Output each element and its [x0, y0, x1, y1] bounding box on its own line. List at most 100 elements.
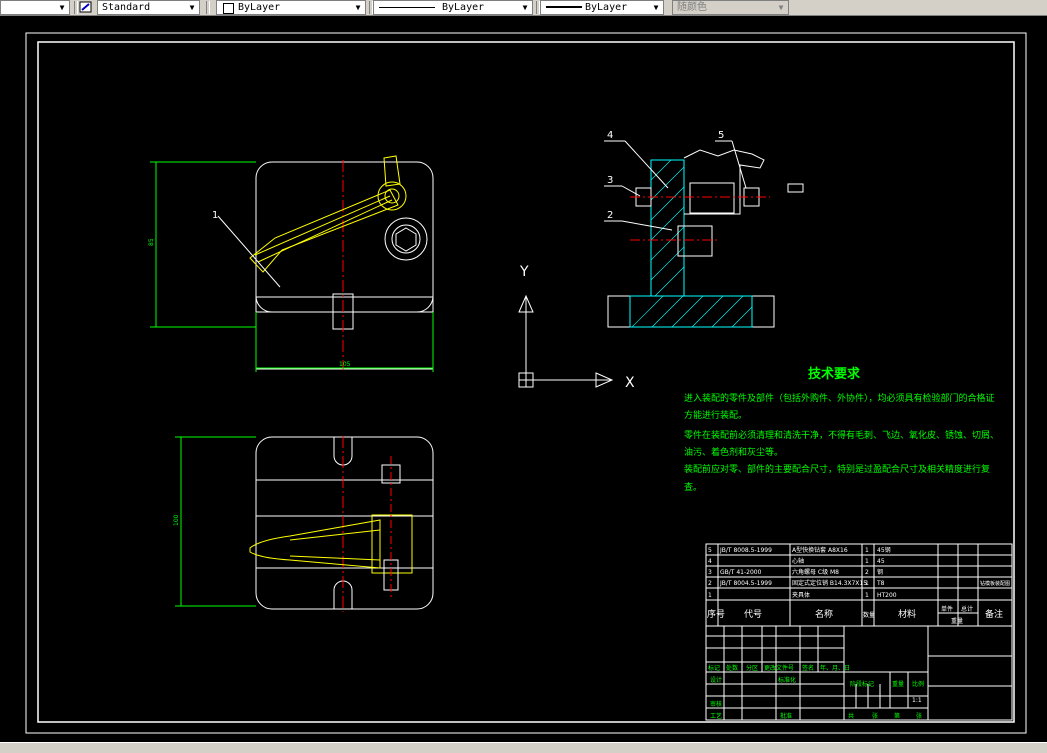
tb-sheet-word: 张: [916, 712, 922, 720]
linetype-sample: [379, 7, 435, 8]
lineweight-sample: [546, 6, 582, 8]
dim-height-front: 85: [148, 238, 155, 246]
tech-req-line-4: 油污、着色剂和灰尘等。: [684, 446, 783, 458]
bom-cell: 1: [865, 592, 869, 599]
bom-header-cell: 单件: [941, 605, 953, 613]
leader-1: [217, 215, 281, 288]
tb-approve: 批准: [780, 712, 792, 720]
tb-design: 设计: [710, 676, 722, 684]
bom-cell: 夹具体: [792, 591, 810, 599]
layer-color-value: ByLayer: [238, 2, 281, 13]
tb-stage-mark: 阶段标记: [850, 680, 874, 688]
chevron-down-icon: ▼: [522, 3, 528, 12]
bom-cell: 3: [708, 569, 712, 576]
bom-cell: 钢: [877, 568, 883, 576]
dim-width-front: 105: [339, 361, 351, 368]
bom-cell: 5: [708, 547, 712, 554]
top-view: 100: [173, 436, 434, 612]
tech-req-line-6: 查。: [684, 481, 702, 493]
tb-cell: 处数: [726, 664, 738, 672]
bom-header-cell: 总计: [961, 605, 973, 613]
bom-rows: 5 JB/T 8008.5-1999 A型快换钻套 A8X16 1 45钢 4 …: [708, 546, 1010, 599]
tech-req-line-2: 方能进行装配。: [684, 409, 747, 421]
linetype-combo[interactable]: ByLayer ▼: [373, 0, 533, 15]
plot-style-combo[interactable]: 随颜色 ▼: [672, 0, 789, 15]
tb-cell: 年、月、日: [820, 664, 850, 672]
part-label-1: 1: [212, 210, 218, 221]
part-label-3: 3: [607, 175, 613, 186]
cad-drawing: 1 85 105 100 4 3 2 5 Y X 技术要求 进入装配的零件及部件…: [25, 32, 1027, 734]
part-label-2: 2: [607, 210, 613, 221]
front-view: 1 85 105: [148, 155, 434, 372]
bom-cell: 2: [708, 580, 712, 587]
part-label-5: 5: [718, 130, 724, 141]
toolbar-divider: [74, 1, 78, 14]
properties-toolbar: ▼ Standard ▼ ByLayer ▼ ByLayer ▼ ByLayer…: [0, 0, 1047, 16]
bom-cell: JB/T 8008.5-1999: [719, 547, 772, 554]
color-swatch-icon: [223, 3, 234, 14]
bom-cell: 1: [865, 558, 869, 565]
chevron-down-icon: ▼: [59, 3, 65, 12]
bom-header: 序号 代号 名称 数量 材料 单件 总计 备注 重量: [707, 605, 1003, 625]
tb-cell: 签名: [802, 664, 814, 672]
linetype-value: ByLayer: [442, 2, 485, 13]
tb-scale: 比例: [912, 680, 924, 688]
tb-cell: 更改文件号: [764, 664, 794, 672]
tb-check: 审核: [710, 700, 722, 708]
drawing-canvas[interactable]: 1 85 105 100 4 3 2 5 Y X 技术要求 进入装配的零件及部件…: [0, 16, 1047, 742]
text-style-icon[interactable]: [79, 1, 93, 14]
front-hex: [395, 227, 417, 252]
front-view-base: [255, 296, 434, 370]
top-view-body: [255, 436, 434, 610]
tech-req-title: 技术要求: [808, 366, 861, 382]
section-base-hatch: [629, 295, 753, 328]
section-plate: [683, 149, 765, 215]
section-view: 4 3 2 5: [604, 130, 804, 328]
tb-cell: 分区: [746, 664, 758, 672]
bom-weight-label: 重量: [951, 617, 963, 625]
tech-req-line-1: 进入装配的零件及部件（包括外购件、外协件），均必须具有检验部门的合格证: [684, 392, 995, 404]
tb-sheet-word: 张: [872, 712, 878, 720]
tb-sheet-word: 第: [894, 712, 900, 720]
text-style-combo[interactable]: Standard ▼: [97, 0, 200, 15]
bom-header-cell: 序号: [707, 608, 725, 620]
top-handle: [249, 514, 413, 574]
part-label-4: 4: [607, 130, 613, 141]
ucs-x-label: X: [625, 375, 635, 391]
tb-process: 工艺: [710, 712, 722, 720]
section-leaders: [604, 140, 747, 231]
tb-sheet-word: 共: [848, 712, 854, 720]
bom-cell: 45: [877, 558, 885, 565]
section-base: [607, 295, 775, 328]
bom-cell: 六角螺母 C级 M8: [792, 568, 839, 576]
bom-header-cell: 材料: [898, 608, 916, 620]
chevron-down-icon: ▼: [778, 3, 784, 12]
tech-req-line-5: 装配前应对零、部件的主要配合尺寸，特别是过盈配合尺寸及相关精度进行复: [684, 463, 990, 475]
tb-scale-value: 1:1: [912, 697, 922, 704]
layer-color-combo[interactable]: ByLayer ▼: [216, 0, 366, 15]
bom-cell: 心轴: [792, 557, 804, 565]
bom-cell: JB/T 8004.5-1999: [719, 580, 772, 587]
text-style-value: Standard: [102, 2, 151, 13]
tech-req-line-3: 零件在装配前必须清理和清洗干净，不得有毛刺、飞边、氧化皮、锈蚀、切屑、: [684, 429, 999, 441]
bom-header-cell: 代号: [744, 609, 762, 620]
ucs-icon: [518, 294, 614, 388]
dim-height-top: 100: [173, 514, 180, 526]
front-handle: [249, 155, 407, 273]
tb-standard: 标准化: [778, 676, 796, 684]
tb-weight: 重量: [892, 680, 904, 688]
lineweight-combo[interactable]: ByLayer ▼: [540, 0, 664, 15]
section-detail: [787, 183, 804, 193]
bom-cell: 1: [865, 580, 869, 587]
bom-cell: A型快换钻套 A8X16: [792, 546, 848, 554]
section-pin: [677, 225, 713, 257]
bom-cell: 1: [865, 547, 869, 554]
prev-combo[interactable]: ▼: [0, 0, 70, 15]
bom-header-cell: 数量: [863, 611, 875, 619]
chevron-down-icon: ▼: [653, 3, 659, 12]
bom-cell: 1: [708, 592, 712, 599]
ucs-y-label: Y: [519, 264, 529, 280]
chevron-down-icon: ▼: [355, 3, 361, 12]
plot-style-value: 随颜色: [677, 2, 707, 13]
toolbar-divider: [206, 1, 210, 14]
